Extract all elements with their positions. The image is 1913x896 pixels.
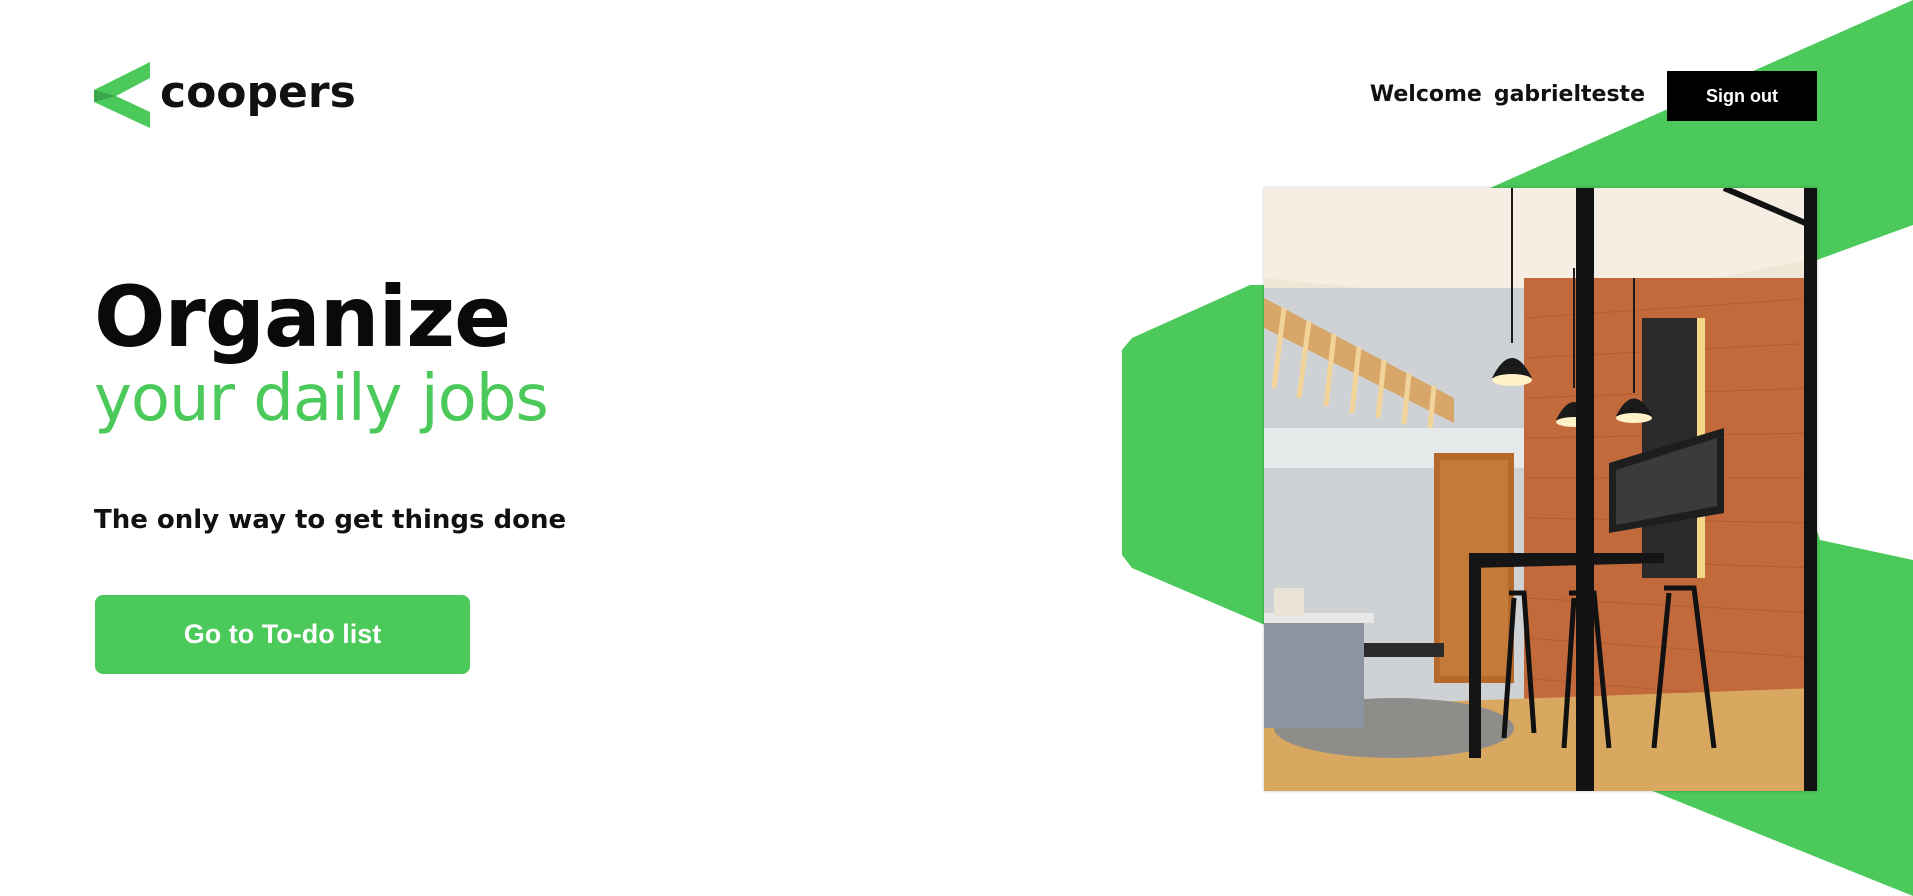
logo-wordmark: coopers — [160, 67, 356, 118]
welcome-label: Welcome — [1369, 82, 1482, 107]
hero-photo — [1264, 188, 1817, 791]
go-to-todo-list-button[interactable]: Go to To-do list — [95, 595, 470, 674]
office-kitchen-photo — [1264, 188, 1817, 791]
coopers-logo-icon — [94, 62, 150, 128]
logo-link[interactable]: coopers — [94, 62, 356, 128]
hero-tagline: The only way to get things done — [94, 505, 567, 535]
username: gabrielteste — [1493, 82, 1645, 107]
sign-out-button[interactable]: Sign out — [1667, 71, 1817, 121]
hero-title: Organize — [94, 268, 511, 366]
site-header: coopers Welcome gabrielteste Sign out — [0, 0, 1913, 150]
hero-subtitle: your daily jobs — [94, 362, 549, 436]
welcome-message: Welcome gabrielteste — [1370, 82, 1645, 107]
hero-heading: Organize your daily jobs — [94, 268, 549, 436]
